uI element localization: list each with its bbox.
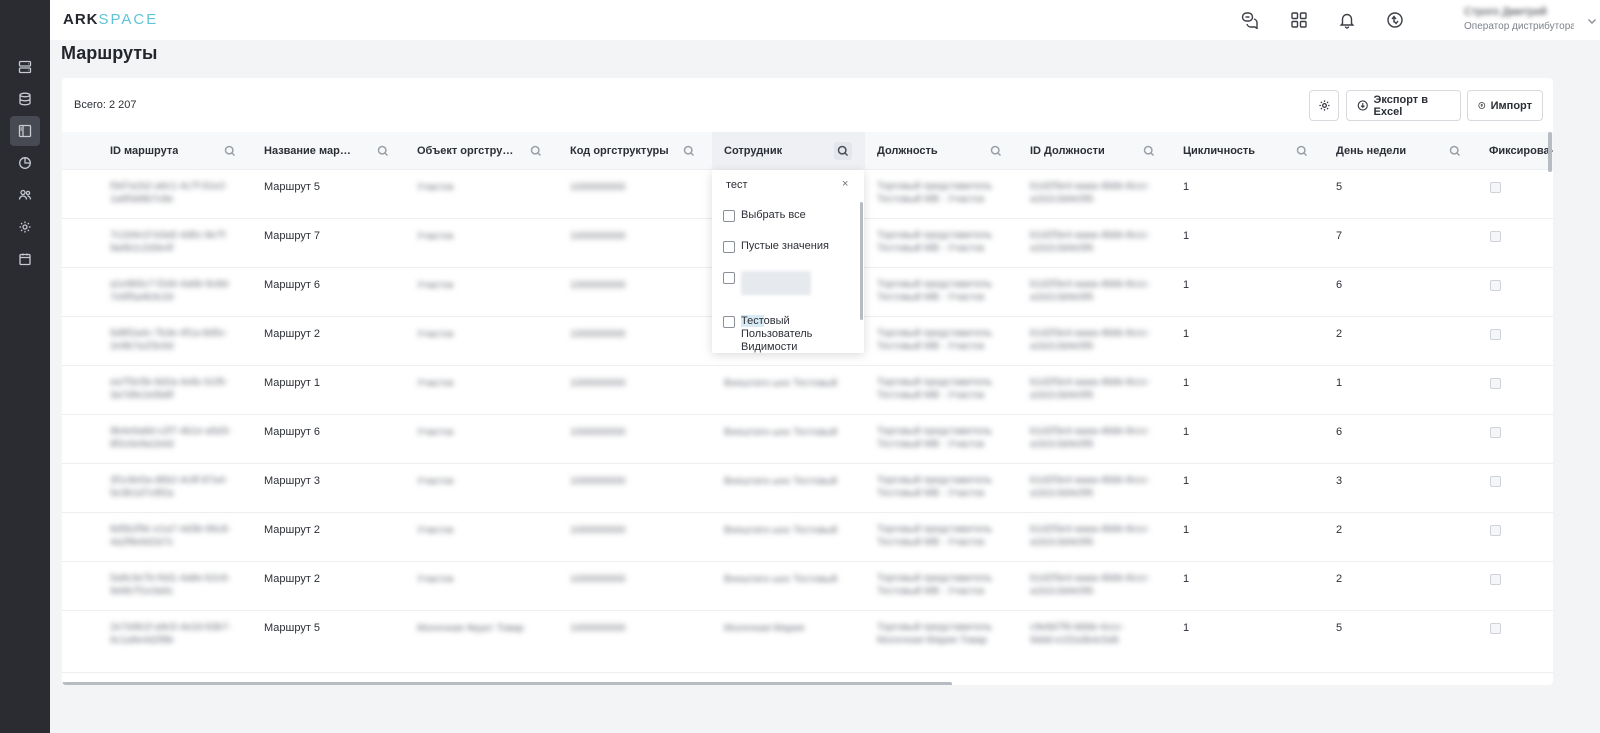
gear-icon: [1318, 100, 1330, 111]
search-icon[interactable]: [527, 142, 545, 160]
chevron-down-icon[interactable]: [1586, 14, 1598, 26]
fixed-checkbox[interactable]: [1490, 329, 1501, 340]
upload-icon: [1478, 102, 1486, 109]
search-icon[interactable]: [1293, 142, 1311, 160]
sidebar-item-analytics[interactable]: [10, 148, 40, 178]
column-header-route-id[interactable]: ID маршрута: [110, 132, 235, 170]
table-row[interactable]: 5a9c3e7b-f4d1-4a8e-b2c6-9d4b7f1e3a5c Мар…: [62, 562, 1553, 611]
column-header-employee[interactable]: Сотрудник: [724, 132, 824, 170]
fixed-checkbox[interactable]: [1490, 378, 1501, 389]
fixed-checkbox[interactable]: [1490, 427, 1501, 438]
calendar-icon: [19, 253, 31, 266]
top-bar: ARKSPACE Строго Дмитрий Оператор дистриб…: [50, 0, 1600, 40]
column-header-fixed[interactable]: Фиксированный: [1489, 132, 1553, 170]
search-icon[interactable]: [374, 142, 392, 160]
table-header: ID маршрута Название маршрута Объект орг…: [62, 132, 1553, 170]
table-row[interactable]: 3f1c8e5a-d6b2-4c9f-87a4-5e3b1d7c9f2a Мар…: [62, 464, 1553, 513]
column-header-position[interactable]: Должность: [877, 132, 977, 170]
panel-icon: [18, 124, 32, 138]
fixed-checkbox[interactable]: [1490, 623, 1501, 634]
users-icon: [18, 189, 32, 200]
column-header-cycle[interactable]: Цикличность: [1183, 132, 1283, 170]
search-icon[interactable]: [680, 142, 698, 160]
server-icon: [18, 60, 32, 74]
fixed-checkbox[interactable]: [1490, 525, 1501, 536]
dropdown-scrollbar[interactable]: [860, 202, 863, 320]
employee-filter-dropdown: тест × Выбрать все Пустые значения Тесто…: [712, 170, 864, 353]
download-icon: [1357, 100, 1368, 111]
vertical-scrollbar[interactable]: [1548, 132, 1552, 172]
filter-option-hidden-user[interactable]: [723, 271, 811, 295]
column-header-org-code[interactable]: Код оргструктуры: [570, 132, 670, 170]
sidebar-item-calendar[interactable]: [10, 244, 40, 274]
table-row[interactable]: 2e7d4b1f-a9c5-4e2d-83b7-6c1a9e4d2f8b Мар…: [62, 611, 1553, 673]
search-icon[interactable]: [834, 142, 852, 160]
column-header-org-object[interactable]: Объект оргструктуры: [417, 132, 517, 170]
apps-grid-icon[interactable]: [1288, 9, 1310, 31]
table-row[interactable]: 9b4e6a8d-c2f7-4b1e-a5d3-8f2c6e9a1b4d Мар…: [62, 415, 1553, 464]
checkbox[interactable]: [723, 241, 735, 253]
sidebar-item-routes-list[interactable]: [10, 52, 40, 82]
pie-chart-icon: [19, 157, 31, 169]
filter-option-select-all[interactable]: Выбрать все: [723, 209, 806, 222]
table-settings-button[interactable]: [1309, 90, 1339, 121]
table-row[interactable]: ea7f3c5b-9d2a-4e8c-b1f6-3a7d9c2e5b8f Мар…: [62, 366, 1553, 415]
table-row[interactable]: 8d5b2f9c-e1a7-4d3b-96c8-4a2f8e6d1b7c Мар…: [62, 513, 1553, 562]
gear-icon: [19, 221, 31, 233]
search-icon[interactable]: [1446, 142, 1464, 160]
user-role: Оператор дистрибутора: [1464, 21, 1574, 32]
filter-option-test-user[interactable]: Тестовый Пользователь Видимости: [723, 315, 821, 354]
sidebar-item-settings[interactable]: [10, 212, 40, 242]
user-name: Строго Дмитрий: [1464, 6, 1547, 18]
total-count: Всего: 2 207: [74, 99, 137, 111]
column-header-route-name[interactable]: Название маршрута: [264, 132, 359, 170]
sidebar-item-layout[interactable]: [10, 116, 40, 146]
filter-option-empty[interactable]: Пустые значения: [723, 240, 829, 253]
horizontal-scrollbar[interactable]: [62, 682, 952, 685]
database-icon: [19, 92, 31, 106]
checkbox[interactable]: [723, 316, 735, 328]
checkbox[interactable]: [723, 272, 735, 284]
chat-icon[interactable]: [1239, 9, 1261, 31]
filter-search-input[interactable]: тест: [726, 179, 748, 191]
fixed-checkbox[interactable]: [1490, 280, 1501, 291]
sidebar-item-database[interactable]: [10, 84, 40, 114]
fixed-checkbox[interactable]: [1490, 574, 1501, 585]
fixed-checkbox[interactable]: [1490, 182, 1501, 193]
clear-icon[interactable]: ×: [842, 178, 848, 190]
search-icon[interactable]: [987, 142, 1005, 160]
sync-icon[interactable]: [1384, 9, 1406, 31]
column-header-weekday[interactable]: День недели: [1336, 132, 1436, 170]
sidebar: [0, 0, 50, 733]
search-icon[interactable]: [1140, 142, 1158, 160]
import-button[interactable]: Импорт: [1467, 90, 1543, 121]
checkbox[interactable]: [723, 210, 735, 222]
bell-icon[interactable]: [1336, 9, 1358, 31]
app-logo[interactable]: ARKSPACE: [63, 11, 158, 28]
column-header-position-id[interactable]: ID Должности: [1030, 132, 1130, 170]
fixed-checkbox[interactable]: [1490, 476, 1501, 487]
page-title: Маршруты: [61, 43, 158, 63]
search-icon[interactable]: [221, 142, 239, 160]
fixed-checkbox[interactable]: [1490, 231, 1501, 242]
redacted-value: [741, 271, 811, 295]
sidebar-item-users[interactable]: [10, 180, 40, 210]
export-excel-button[interactable]: Экспорт в Excel: [1346, 90, 1461, 121]
user-menu[interactable]: Строго Дмитрий Оператор дистрибутора: [1464, 6, 1574, 32]
